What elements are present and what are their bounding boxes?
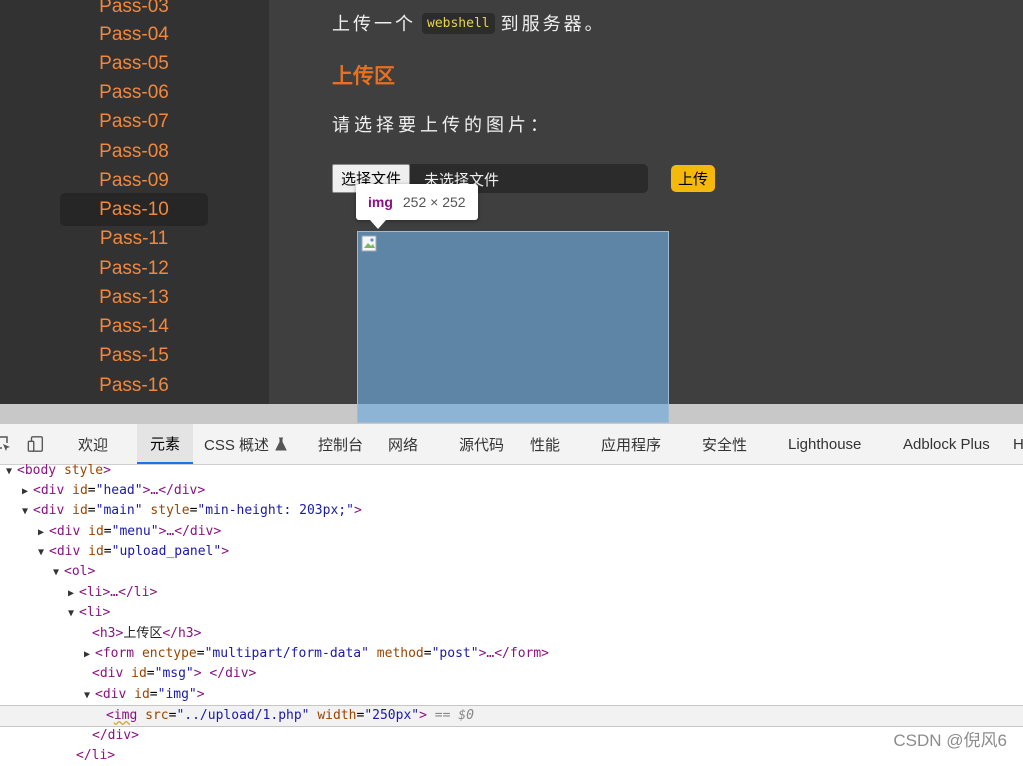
tooltip-tag: img [368, 194, 393, 210]
tab-security[interactable]: 安全性 [702, 424, 747, 464]
device-toggle-icon[interactable] [27, 435, 45, 453]
upload-prompt: 请选择要上传的图片： [332, 115, 552, 136]
tab-overflow[interactable]: H [1013, 424, 1023, 464]
tooltip-arrow [370, 220, 386, 229]
dom-node-h3[interactable]: <h3>上传区</h3> [92, 624, 201, 644]
expanded-triangle-icon[interactable]: ▼ [53, 563, 64, 583]
dom-node-form[interactable]: ▶ <form enctype="multipart/form-data" met… [84, 644, 549, 664]
dom-node-div-close: </div> [92, 728, 139, 743]
sidebar-item-pass-07[interactable]: Pass-07 [60, 105, 208, 138]
tab-performance[interactable]: 性能 [530, 424, 560, 464]
dom-node-img-div[interactable]: ▼ <div id="img"> [84, 685, 205, 705]
sidebar-item-pass-15[interactable]: Pass-15 [60, 339, 208, 372]
task-code: webshell [422, 12, 495, 34]
dom-node-ol[interactable]: ▼ <ol> [53, 562, 95, 582]
tab-lighthouse[interactable]: Lighthouse [788, 424, 861, 464]
dom-node-li-collapsed[interactable]: ▶ <li>…</li> [68, 583, 157, 603]
element-highlight-overlay [357, 231, 669, 423]
tab-css-overview[interactable]: CSS 概述 [204, 424, 287, 464]
dom-node-msg[interactable]: <div id="msg"> </div> [92, 664, 256, 684]
upload-section-title: 上传区 [332, 64, 395, 88]
tab-welcome[interactable]: 欢迎 [78, 424, 108, 464]
expanded-triangle-icon[interactable]: ▼ [22, 502, 33, 522]
inspect-tooltip: img 252 × 252 [356, 184, 478, 220]
watermark: CSDN @倪风6 [893, 731, 1007, 750]
dom-node-upload-panel[interactable]: ▼ <div id="upload_panel"> [38, 542, 229, 562]
dom-node-li-close: </li> [76, 748, 116, 763]
tab-application[interactable]: 应用程序 [601, 424, 661, 464]
expanded-triangle-icon[interactable]: ▼ [6, 462, 17, 482]
dom-node-li[interactable]: ▼ <li> [68, 603, 110, 623]
collapsed-triangle-icon[interactable]: ▶ [68, 584, 79, 604]
task-description: 上传一个 webshell 到服务器。 [332, 10, 606, 36]
sidebar: Pass-03 Pass-04 Pass-05 Pass-06 Pass-07 … [0, 0, 269, 404]
expanded-triangle-icon[interactable]: ▼ [84, 686, 95, 706]
tab-adblock-plus[interactable]: Adblock Plus [903, 424, 990, 464]
collapsed-triangle-icon[interactable]: ▶ [38, 523, 49, 543]
dom-tree: ▼ <body style> ▶ <div id="head">…</div> ▼ <… [0, 463, 1023, 763]
tab-console[interactable]: 控制台 [318, 424, 363, 464]
dom-node-body[interactable]: ▼ <body style> [6, 461, 111, 481]
tab-sources[interactable]: 源代码 [459, 424, 504, 464]
dom-node-head[interactable]: ▶ <div id="head">…</div> [22, 481, 205, 501]
expanded-triangle-icon[interactable]: ▼ [38, 543, 49, 563]
tooltip-dimensions: 252 × 252 [402, 194, 466, 210]
tab-network[interactable]: 网络 [388, 424, 418, 464]
devtools-tabbar: 欢迎 元素 CSS 概述 控制台 网络 源代码 性能 应用程序 安全性 Ligh… [0, 424, 1023, 465]
broken-image-icon [361, 235, 377, 252]
task-text-after: 到服务器。 [500, 14, 606, 35]
sidebar-item-pass-16[interactable]: Pass-16 [60, 369, 208, 402]
dom-node-menu[interactable]: ▶ <div id="menu">…</div> [38, 522, 221, 542]
flask-icon [275, 437, 287, 451]
tab-elements[interactable]: 元素 [137, 424, 193, 464]
dom-node-main[interactable]: ▼ <div id="main" style="min-height: 203px… [22, 501, 362, 521]
collapsed-triangle-icon[interactable]: ▶ [22, 482, 33, 502]
sidebar-item-pass-11[interactable]: Pass-11 [60, 222, 208, 255]
collapsed-triangle-icon[interactable]: ▶ [84, 645, 95, 665]
inspect-icon[interactable] [0, 435, 12, 453]
upload-button[interactable]: 上传 [671, 165, 715, 192]
task-text-before: 上传一个 [332, 14, 416, 35]
expanded-triangle-icon[interactable]: ▼ [68, 604, 79, 624]
tab-css-overview-label: CSS 概述 [204, 436, 270, 454]
dom-node-img-selected[interactable]: <img src="../upload/1.php" width="250px"… [0, 705, 1023, 727]
